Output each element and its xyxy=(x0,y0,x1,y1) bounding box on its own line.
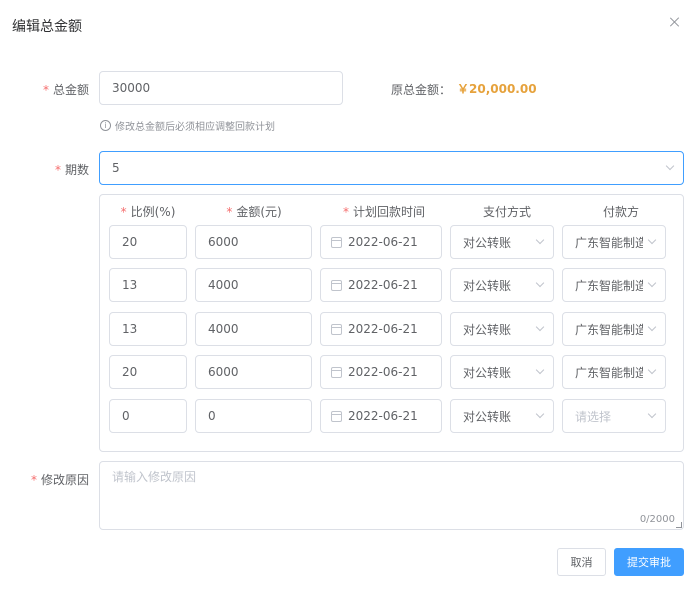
column-header: 付款方 xyxy=(602,205,640,219)
total-amount-input[interactable]: 30000 xyxy=(99,71,343,105)
ratio-input[interactable]: 13 xyxy=(109,312,187,346)
payment-method-select[interactable]: 对公转账 xyxy=(450,225,554,259)
original-amount-label: 原总金额： xyxy=(391,83,452,97)
reason-label: * 修改原因 xyxy=(30,473,89,487)
required-mark: * xyxy=(42,83,49,97)
payment-method-select[interactable]: 对公转账 xyxy=(450,312,554,346)
amount-input[interactable]: 6000 xyxy=(195,225,312,259)
payment-method-select[interactable]: 对公转账 xyxy=(450,399,554,433)
plan-date-picker[interactable]: 2022-06-21 xyxy=(320,268,442,302)
chevron-down-icon xyxy=(647,365,657,375)
reason-textarea[interactable]: 请输入修改原因 0/2000 xyxy=(99,461,684,530)
payer-select[interactable]: 广东智能制造 xyxy=(562,312,666,346)
amount-hint: i 修改总金额后必须相应调整回款计划 xyxy=(100,118,275,133)
chevron-down-icon xyxy=(535,322,545,332)
plan-date-picker[interactable]: 2022-06-21 xyxy=(320,225,442,259)
required-mark: * xyxy=(54,163,61,177)
calendar-icon xyxy=(331,366,342,378)
calendar-icon xyxy=(331,279,342,291)
chevron-down-icon xyxy=(647,235,657,245)
ratio-input[interactable]: 0 xyxy=(109,399,187,433)
chevron-down-icon xyxy=(535,365,545,375)
periods-label: * 期数 xyxy=(54,163,89,177)
amount-input[interactable]: 4000 xyxy=(195,268,312,302)
chevron-down-icon xyxy=(535,409,545,419)
column-header: * 比例(%) xyxy=(120,205,176,219)
info-icon: i xyxy=(100,120,111,131)
chevron-down-icon xyxy=(665,161,675,171)
chevron-down-icon xyxy=(535,235,545,245)
ratio-input[interactable]: 13 xyxy=(109,268,187,302)
chevron-down-icon xyxy=(647,278,657,288)
resize-handle[interactable] xyxy=(676,522,682,528)
ratio-input[interactable]: 20 xyxy=(109,225,187,259)
plan-date-picker[interactable]: 2022-06-21 xyxy=(320,355,442,389)
original-amount-value: ￥20,000.00 xyxy=(457,82,537,96)
calendar-icon xyxy=(331,410,342,422)
submit-approval-button[interactable]: 提交审批 xyxy=(614,548,684,576)
required-mark: * xyxy=(120,205,127,219)
amount-input[interactable]: 0 xyxy=(195,399,312,433)
payer-select[interactable]: 请选择 xyxy=(562,399,666,433)
calendar-icon xyxy=(331,323,342,335)
total-amount-label: * 总金额 xyxy=(42,83,89,97)
plan-date-picker[interactable]: 2022-06-21 xyxy=(320,399,442,433)
required-mark: * xyxy=(226,205,233,219)
chevron-down-icon xyxy=(647,322,657,332)
dialog-title: 编辑总金额 xyxy=(12,19,82,35)
payer-select[interactable]: 广东智能制造 xyxy=(562,268,666,302)
close-icon[interactable] xyxy=(667,14,683,30)
chevron-down-icon xyxy=(647,409,657,419)
payment-method-select[interactable]: 对公转账 xyxy=(450,355,554,389)
char-counter: 0/2000 xyxy=(639,514,675,525)
periods-select[interactable]: 5 xyxy=(99,151,684,185)
column-header: 支付方式 xyxy=(482,205,532,219)
required-mark: * xyxy=(342,205,349,219)
ratio-input[interactable]: 20 xyxy=(109,355,187,389)
chevron-down-icon xyxy=(535,278,545,288)
amount-input[interactable]: 4000 xyxy=(195,312,312,346)
required-mark: * xyxy=(30,473,37,487)
plan-date-picker[interactable]: 2022-06-21 xyxy=(320,312,442,346)
edit-total-amount-dialog: 编辑总金额 * 总金额 30000 原总金额： ￥20,000.00 i 修改总金… xyxy=(0,0,695,596)
amount-input[interactable]: 6000 xyxy=(195,355,312,389)
cancel-button[interactable]: 取消 xyxy=(557,548,606,576)
payer-select[interactable]: 广东智能制造 xyxy=(562,355,666,389)
payment-method-select[interactable]: 对公转账 xyxy=(450,268,554,302)
column-header: * 金额(元) xyxy=(226,205,282,219)
calendar-icon xyxy=(331,236,342,248)
reason-placeholder: 请输入修改原因 xyxy=(112,470,197,484)
column-header: * 计划回款时间 xyxy=(342,205,426,219)
payer-select[interactable]: 广东智能制造 xyxy=(562,225,666,259)
